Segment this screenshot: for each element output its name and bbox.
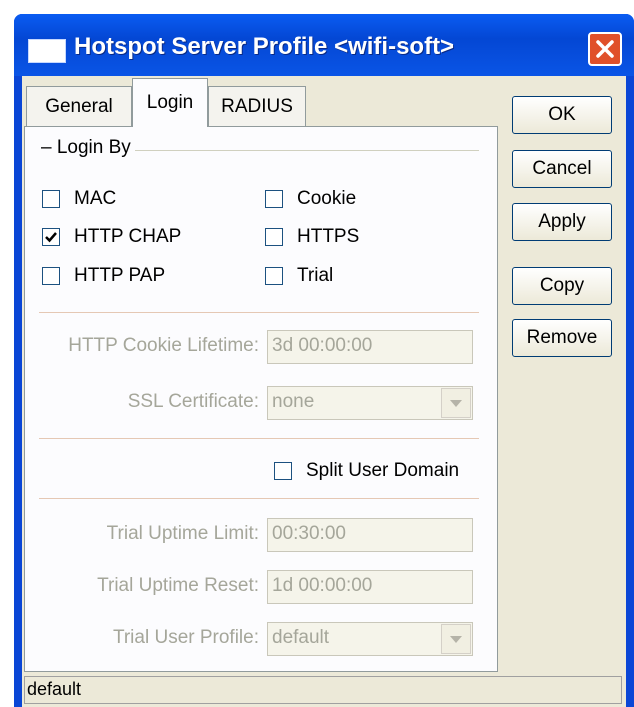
cookie-lifetime-field[interactable]: 3d 00:00:00 [267, 330, 473, 364]
trial-uptime-limit-field[interactable]: 00:30:00 [267, 518, 473, 552]
cookie-lifetime-label: HTTP Cookie Lifetime: [68, 335, 259, 356]
close-icon [596, 40, 614, 58]
separator [39, 312, 479, 313]
trial-user-profile-value: default [272, 627, 330, 648]
trial-uptime-reset-label: Trial Uptime Reset: [97, 575, 259, 596]
dialog-window: Hotspot Server Profile <wifi-soft> Gener… [14, 14, 634, 707]
separator [39, 498, 479, 499]
tab-radius[interactable]: RADIUS [208, 86, 306, 126]
checkbox-box[interactable] [265, 190, 283, 208]
window-icon [28, 39, 66, 63]
check-icon [45, 232, 57, 243]
dropdown-button[interactable] [441, 624, 471, 654]
copy-button[interactable]: Copy [512, 267, 612, 305]
checkbox-http-chap[interactable]: HTTP CHAP [42, 226, 181, 248]
remove-button[interactable]: Remove [512, 319, 612, 357]
cancel-button[interactable]: Cancel [512, 150, 612, 188]
separator [39, 438, 479, 439]
window-title: Hotspot Server Profile <wifi-soft> [74, 33, 455, 60]
checkbox-trial[interactable]: Trial [265, 265, 333, 287]
checkbox-label: Split User Domain [306, 460, 460, 481]
checkbox-label: Cookie [297, 188, 357, 209]
checkbox-box-checked[interactable] [42, 228, 60, 246]
ssl-certificate-select[interactable]: none [267, 386, 473, 420]
login-by-label: Login By [56, 137, 131, 158]
checkbox-box[interactable] [274, 462, 292, 480]
checkbox-label: HTTP PAP [74, 265, 166, 286]
checkbox-mac[interactable]: MAC [42, 188, 116, 210]
tab-login[interactable]: Login [132, 78, 208, 127]
status-bar: default [24, 676, 622, 704]
trial-user-profile-label: Trial User Profile: [112, 627, 259, 648]
chevron-down-icon [450, 636, 462, 643]
checkbox-label: Trial [297, 265, 334, 286]
checkbox-box[interactable] [265, 228, 283, 246]
dropdown-button[interactable] [441, 388, 471, 418]
background [0, 0, 634, 14]
checkbox-box[interactable] [42, 190, 60, 208]
ssl-certificate-value: none [272, 391, 315, 412]
chevron-down-icon [450, 400, 462, 407]
login-panel: – Login By MAC Cookie HTTP CHAP HTTPS HT… [24, 126, 498, 672]
close-button[interactable] [588, 32, 622, 66]
trial-uptime-limit-label: Trial Uptime Limit: [106, 523, 259, 544]
group-dash: – [41, 137, 52, 158]
ok-button[interactable]: OK [512, 96, 612, 134]
title-bar[interactable]: Hotspot Server Profile <wifi-soft> [14, 14, 634, 76]
checkbox-cookie[interactable]: Cookie [265, 188, 356, 210]
login-by-title: – Login By [37, 137, 135, 159]
checkbox-label: HTTPS [297, 226, 360, 247]
checkbox-box[interactable] [265, 267, 283, 285]
ssl-certificate-label: SSL Certificate: [127, 391, 259, 412]
checkbox-https[interactable]: HTTPS [265, 226, 359, 248]
checkbox-split-user-domain[interactable]: Split User Domain [274, 460, 459, 482]
checkbox-label: HTTP CHAP [74, 226, 182, 247]
tab-general[interactable]: General [26, 86, 132, 126]
trial-user-profile-select[interactable]: default [267, 622, 473, 656]
trial-uptime-reset-field[interactable]: 1d 00:00:00 [267, 570, 473, 604]
checkbox-http-pap[interactable]: HTTP PAP [42, 265, 165, 287]
dialog-client: General Login RADIUS – Login By MAC Cook… [22, 76, 626, 707]
checkbox-label: MAC [74, 188, 117, 209]
checkbox-box[interactable] [42, 267, 60, 285]
apply-button[interactable]: Apply [512, 203, 612, 241]
